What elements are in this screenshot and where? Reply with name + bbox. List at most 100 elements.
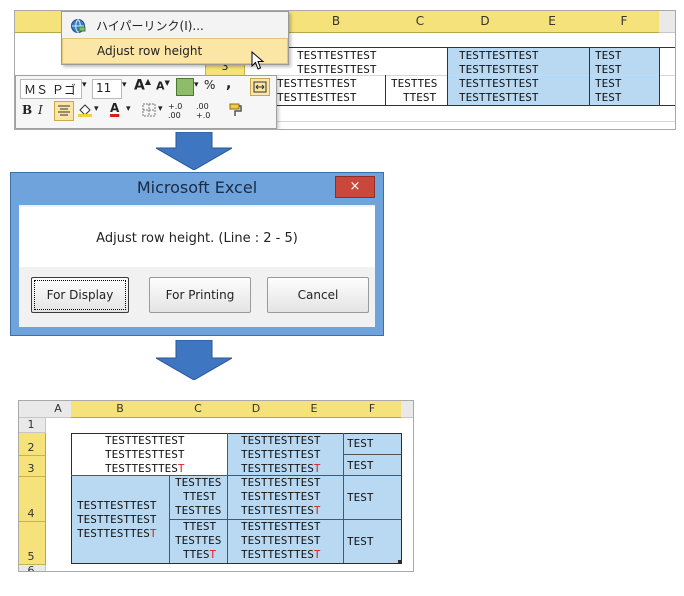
bold-icon[interactable]: B [22, 103, 32, 117]
italic-icon[interactable]: I [38, 103, 43, 117]
grid-border-f [589, 47, 590, 105]
cell-b-line4: TESTTESTTEST [277, 91, 357, 104]
format-painter-icon[interactable] [228, 102, 244, 118]
font-color-dropdown-icon[interactable]: ▾ [126, 104, 131, 114]
row-header-6[interactable]: 6 [19, 564, 46, 571]
d2-line1: TESTTESTTEST [241, 434, 321, 447]
select-all-corner[interactable] [19, 401, 46, 418]
font-size-dropdown-icon[interactable]: ▾ [122, 80, 127, 90]
for-printing-button[interactable]: For Printing [149, 277, 251, 313]
fill-color-icon[interactable] [78, 103, 92, 117]
b2-line3: TESTTESTTEST [105, 462, 185, 475]
row-header-4[interactable]: 4 [19, 477, 46, 522]
borders-icon[interactable] [142, 103, 156, 117]
column-header-c[interactable]: C [385, 11, 456, 33]
shrink-font-icon[interactable]: A▼ [156, 79, 170, 93]
b4-line3: TESTTESTTEST [77, 527, 157, 540]
menu-item-hyperlink-label: ハイパーリンク(I)... [96, 19, 204, 33]
merge-center-icon[interactable] [250, 78, 270, 96]
dialog-message: Adjust row height. (Line : 2 - 5) [19, 207, 375, 267]
increase-decimal-icon[interactable]: +.0 .00 [168, 102, 194, 120]
d5-line2: TESTTESTTEST [241, 534, 321, 547]
cell-d-line3: TESTTESTTEST [459, 77, 539, 90]
f5-text: TEST [347, 535, 374, 548]
excel-result-panel: A B C D E F 1 2 3 4 5 6 TESTTESTTEST TES… [18, 400, 414, 572]
font-color-icon[interactable]: A [110, 101, 119, 115]
b4-line1: TESTTESTTEST [77, 499, 157, 512]
dialog-close-button[interactable]: × [335, 176, 375, 198]
cell-c-line1: TESTTES [391, 77, 438, 90]
b2-line2: TESTTESTTEST [105, 448, 185, 461]
accounting-format-icon[interactable] [176, 78, 194, 96]
c5-line2: TESTTES [175, 534, 222, 547]
font-size-box[interactable]: 11 [92, 79, 122, 99]
excel-dialog: Microsoft Excel × Adjust row height. (Li… [10, 172, 384, 336]
menu-item-hyperlink[interactable]: ハイパーリンク(I)... [62, 14, 288, 38]
font-size-value: 11 [96, 81, 112, 95]
column-header-b[interactable]: B [287, 11, 386, 33]
fill-handle[interactable] [398, 560, 402, 564]
b2-line1: TESTTESTTEST [105, 434, 185, 447]
row-header-5[interactable]: 5 [19, 522, 46, 565]
decrease-decimal-icon[interactable]: .00 +.0 [196, 102, 222, 120]
c5-line1: TTEST [183, 520, 217, 533]
excel-context-panel: B C D E F TESTTESTTEST TESTTESTTEST TEST… [14, 10, 676, 130]
grid-border-right [659, 47, 660, 105]
for-display-button[interactable]: For Display [31, 277, 129, 313]
f2-text: TEST [347, 437, 374, 450]
grid-border-c [385, 75, 386, 105]
row-header-1[interactable]: 1 [19, 418, 46, 433]
c4-line1: TESTTES [175, 476, 222, 489]
d4-line3: TESTTESTTEST [241, 504, 321, 517]
f4-text: TEST [347, 491, 374, 504]
column-header-a[interactable]: A [45, 401, 72, 418]
cell-d-line2: TESTTESTTEST [459, 63, 539, 76]
column-header-g [659, 11, 675, 33]
row-header-3[interactable]: 3 [19, 456, 46, 477]
cell-f-line4: TEST [595, 91, 622, 104]
c4-line3: TESTTES [175, 504, 222, 517]
border-b-c [227, 433, 228, 563]
column-header-d[interactable]: D [455, 11, 516, 33]
column-header-b[interactable]: B [71, 401, 170, 418]
grid-border-bottom [245, 105, 675, 106]
d4-line1: TESTTESTTEST [241, 476, 321, 489]
align-center-icon[interactable] [54, 101, 74, 121]
dialog-title: Microsoft Excel [136, 178, 258, 197]
down-arrow-icon [156, 340, 232, 380]
column-header-c[interactable]: C [169, 401, 228, 418]
d5-line3: TESTTESTTEST [241, 548, 321, 561]
grow-font-icon[interactable]: A▲ [134, 77, 151, 94]
d4-line2: TESTTESTTEST [241, 490, 321, 503]
border-f-row2-3 [343, 454, 401, 455]
cell-f-line3: TEST [595, 77, 622, 90]
font-name-dropdown-icon[interactable]: ▾ [82, 80, 87, 90]
column-header-g [401, 401, 413, 418]
column-header-d[interactable]: D [227, 401, 286, 418]
b4-line2: TESTTESTTEST [77, 513, 157, 526]
cell-d-line4: TESTTESTTEST [459, 91, 539, 104]
cell-d-line1: TESTTESTTEST [459, 49, 539, 62]
column-header-f[interactable]: F [589, 11, 660, 33]
cell-c-line2: TTEST [403, 91, 437, 104]
f3-text: TEST [347, 459, 374, 472]
column-header-e[interactable]: E [515, 11, 590, 33]
column-header-f[interactable]: F [343, 401, 402, 418]
cell-b-line1: TESTTESTTEST [297, 49, 377, 62]
borders-dropdown-icon[interactable]: ▾ [158, 104, 163, 114]
accounting-dropdown-icon[interactable]: ▾ [194, 80, 199, 90]
comma-style-icon[interactable]: , [226, 76, 231, 92]
border-e-f [343, 433, 344, 563]
fill-color-dropdown-icon[interactable]: ▾ [94, 104, 99, 114]
font-name-box[interactable]: ＭＳ Ｐゴ [20, 79, 82, 99]
column-header-e[interactable]: E [285, 401, 344, 418]
percent-style-icon[interactable]: % [204, 78, 215, 92]
down-arrow-icon [156, 132, 232, 170]
hyperlink-globe-icon [70, 18, 86, 34]
d2-line3: TESTTESTTEST [241, 462, 321, 475]
grid-border-top [245, 47, 675, 48]
menu-item-adjust-label: Adjust row height [97, 44, 203, 58]
d2-line2: TESTTESTTEST [241, 448, 321, 461]
cancel-button[interactable]: Cancel [267, 277, 369, 313]
row-header-2[interactable]: 2 [19, 433, 46, 456]
